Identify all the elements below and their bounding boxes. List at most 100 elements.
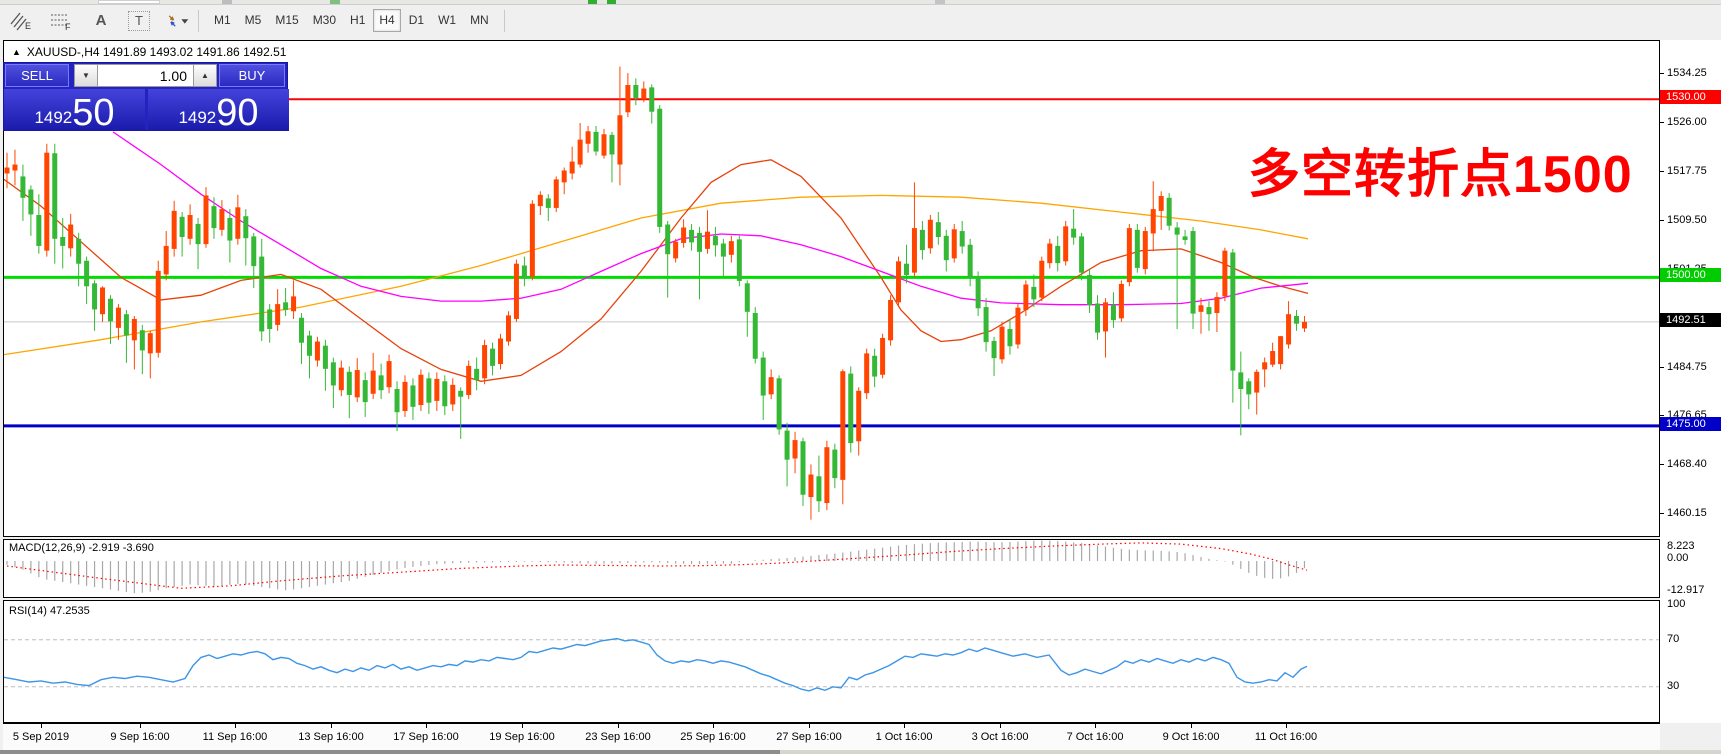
candle-body: [1238, 372, 1244, 390]
candle-body: [203, 195, 209, 245]
candle-body: [1158, 196, 1164, 211]
candle-body: [712, 235, 718, 246]
candle-body: [195, 223, 201, 245]
rsi-chart: [4, 637, 1659, 692]
candle-body: [704, 231, 710, 249]
macd-indicator-panel[interactable]: MACD(12,26,9) -2.919 -3.690: [3, 539, 1660, 598]
timeframe-m5-button[interactable]: M5: [239, 9, 268, 32]
price-tick: [1660, 415, 1664, 416]
timeframe-mn-button[interactable]: MN: [464, 9, 495, 32]
candle-body: [529, 203, 535, 277]
candle-body: [911, 228, 917, 273]
candle-body: [1254, 371, 1260, 393]
timeframe-h1-button[interactable]: H1: [344, 9, 371, 32]
candle-body: [752, 313, 758, 359]
candle-body: [593, 131, 599, 152]
candle-body: [959, 231, 965, 247]
candle-body: [880, 337, 886, 375]
price-tick: [1660, 464, 1664, 465]
timeframe-m30-button[interactable]: M30: [307, 9, 342, 32]
candle-body: [283, 302, 289, 311]
candle-body: [60, 237, 66, 246]
candle-body: [131, 318, 137, 341]
candle-body: [1182, 236, 1188, 240]
timeframe-d1-button[interactable]: D1: [403, 9, 430, 32]
timeframe-m1-button[interactable]: M1: [208, 9, 237, 32]
candle-body: [1230, 252, 1236, 371]
scrollbar-thumb[interactable]: [0, 750, 780, 754]
volume-input[interactable]: [98, 64, 193, 87]
time-axis-label: 9 Sep 16:00: [110, 731, 170, 743]
candle-body: [864, 353, 870, 394]
candle-body: [505, 315, 511, 342]
candle-body: [720, 243, 726, 257]
horizontal-scrollbar[interactable]: [0, 750, 1721, 754]
candle-body: [1063, 226, 1069, 262]
buy-button[interactable]: BUY: [219, 64, 285, 87]
bid-price-tile[interactable]: 1492 50: [4, 89, 145, 132]
chart-toolbar: E F A T M1 M5 M15 M30 H1 H4 D1 W1 MN: [0, 6, 1721, 35]
candle-body: [689, 229, 695, 243]
macd-axis-label: 8.223: [1667, 540, 1695, 552]
price-tick-label: 1460.15: [1667, 507, 1707, 519]
candle-body: [52, 153, 58, 239]
candle-body: [856, 390, 862, 442]
candle-body: [115, 307, 121, 328]
candle-body: [1118, 283, 1124, 319]
candle-body: [1270, 351, 1276, 365]
candle-body: [219, 209, 225, 230]
timeframe-h4-button[interactable]: H4: [373, 9, 401, 32]
candle-body: [259, 256, 265, 332]
time-axis-label: 1 Oct 16:00: [875, 731, 933, 743]
sell-button[interactable]: SELL: [5, 64, 69, 87]
candle-body: [155, 270, 161, 353]
arrow-objects-icon[interactable]: [164, 10, 190, 32]
ask-price-main: 1492: [178, 108, 217, 127]
candle-body: [816, 476, 822, 502]
candle-body: [227, 218, 233, 241]
text-label-icon[interactable]: A: [88, 10, 114, 32]
time-axis-label: 13 Sep 16:00: [298, 731, 364, 743]
equidistant-channel-icon[interactable]: E: [8, 10, 34, 32]
candle-body: [498, 338, 504, 365]
time-axis-label: 19 Sep 16:00: [489, 731, 555, 743]
candle-body: [999, 326, 1005, 360]
time-tick: [1286, 724, 1287, 728]
macd-label: MACD(12,26,9) -2.919 -3.690: [9, 542, 154, 554]
fibonacci-icon[interactable]: F: [48, 10, 74, 32]
time-axis[interactable]: 5 Sep 2019 9 Sep 16:00 11 Sep 16:00 13 Sep …: [3, 723, 1660, 750]
candle-body: [370, 370, 376, 394]
candle-body: [975, 276, 981, 309]
volume-decrease-button[interactable]: ▼: [74, 64, 98, 87]
timeframe-m15-button[interactable]: M15: [269, 9, 304, 32]
volume-increase-button[interactable]: ▲: [193, 64, 217, 87]
candle-body: [1079, 236, 1085, 273]
time-tick: [331, 724, 332, 728]
time-tick: [140, 724, 141, 728]
price-axis[interactable]: 1534.251526.001517.751509.501501.251484.…: [1660, 40, 1721, 723]
candle-body: [92, 283, 98, 310]
candle-body: [1031, 286, 1037, 300]
collapse-triangle-icon[interactable]: ▲: [12, 47, 21, 57]
rsi-line: [4, 637, 1308, 692]
timeframe-w1-button[interactable]: W1: [432, 9, 462, 32]
candle-body: [187, 215, 193, 239]
candle-body: [179, 216, 185, 238]
candle-body: [267, 309, 273, 330]
ask-price-tile[interactable]: 1492 90: [148, 89, 289, 132]
price-tick-label: 1509.50: [1667, 214, 1707, 226]
mt4-terminal-window: E F A T M1 M5 M15 M30 H1 H4 D1 W1 MN ▲ X…: [0, 0, 1721, 754]
candle-body: [1246, 381, 1252, 395]
candle-body: [736, 239, 742, 281]
candle-body: [1294, 315, 1300, 324]
price-tick: [1660, 73, 1664, 74]
candle-body: [107, 298, 113, 322]
text-tool-icon[interactable]: T: [128, 10, 150, 31]
candle-body: [1071, 228, 1077, 238]
macd-axis-label: -12.917: [1667, 584, 1705, 596]
candle-body: [569, 161, 575, 174]
rsi-indicator-panel[interactable]: RSI(14) 47.2535: [3, 600, 1660, 723]
candle-body: [171, 210, 177, 249]
price-tick-label: 1534.25: [1667, 67, 1707, 79]
time-axis-label: 17 Sep 16:00: [393, 731, 459, 743]
